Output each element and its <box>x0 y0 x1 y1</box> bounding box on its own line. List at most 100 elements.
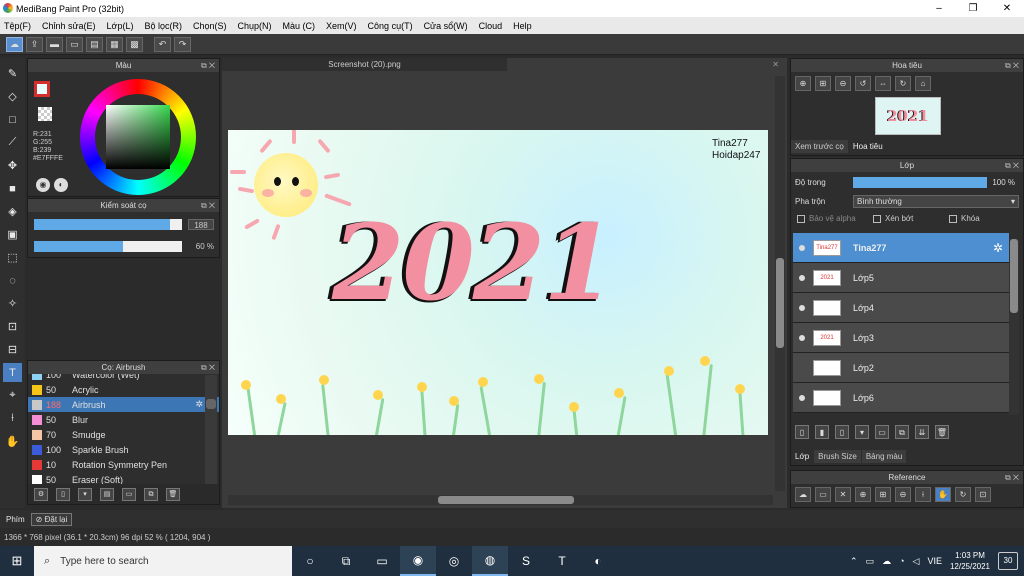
background-color-swatch[interactable] <box>38 107 52 121</box>
zoom-in-icon[interactable]: ⊕ <box>855 487 871 502</box>
tab-color-palette[interactable]: Bảng màu <box>861 450 907 463</box>
maximize-button[interactable]: ❐ <box>956 0 990 17</box>
minimize-button[interactable]: – <box>922 0 956 17</box>
layer-list-scrollbar[interactable] <box>1009 239 1019 415</box>
windows-start-icon[interactable]: ⊞ <box>0 546 34 576</box>
menu-tools[interactable]: Công cụ(T) <box>368 21 413 31</box>
language-indicator[interactable]: VIE <box>927 556 942 566</box>
file-explorer-icon[interactable]: ▭ <box>364 546 400 576</box>
tab-brush-size[interactable]: Brush Size <box>814 450 861 463</box>
color-mode-icon[interactable]: ◐ <box>54 178 68 192</box>
tray-arrow-icon[interactable]: ⌃ <box>850 556 858 567</box>
layer-row[interactable]: Lớp2 <box>793 353 1009 383</box>
add-layer-menu-icon[interactable]: ▾ <box>855 425 869 439</box>
folder-icon[interactable]: ▭ <box>122 487 136 501</box>
lasso-tool-icon[interactable]: ◌ <box>3 271 22 290</box>
layer-row[interactable]: Lớp6 <box>793 383 1009 413</box>
network-icon[interactable]: ◔ <box>899 556 904 566</box>
rotate-left-icon[interactable]: ↺ <box>855 76 871 91</box>
chrome-icon[interactable]: ◉ <box>400 546 436 576</box>
layer-row[interactable]: Tina277 Hoidap247 Tina277 ✲ <box>793 233 1009 263</box>
menu-file[interactable]: Tệp(F) <box>4 21 31 31</box>
hand-tool-icon[interactable]: ✋ <box>3 432 22 451</box>
new-brush-icon[interactable]: ▯ <box>56 487 70 501</box>
zoom-out-icon[interactable]: ⊖ <box>835 76 851 91</box>
menu-select[interactable]: Chọn(S) <box>193 21 227 31</box>
zoom-in-icon[interactable]: ⊕ <box>795 76 811 91</box>
brush-opacity-slider[interactable] <box>34 241 182 252</box>
canvas-close-icon[interactable]: ✕ <box>772 58 779 71</box>
select-eraser-icon[interactable]: ⊟ <box>3 340 22 359</box>
task-view-icon[interactable]: ⧉ <box>328 546 364 576</box>
menu-help[interactable]: Help <box>513 21 532 31</box>
layer-opacity-slider[interactable] <box>853 177 987 188</box>
brush-tool-icon[interactable]: ✎ <box>3 64 22 83</box>
panel-controls-icon[interactable]: ⧉ ✕ <box>1005 471 1019 484</box>
bucket-tool-icon[interactable]: ◈ <box>3 202 22 221</box>
menu-color[interactable]: Màu (C) <box>283 21 316 31</box>
folder-icon[interactable]: ▭ <box>875 425 889 439</box>
hand-icon[interactable]: ✋ <box>935 487 951 502</box>
brush-list-scrollbar[interactable] <box>205 375 217 485</box>
cloud-icon[interactable]: ☁ <box>6 36 23 52</box>
brush-item[interactable]: 10 Rotation Symmetry Pen <box>28 457 219 472</box>
layer-visibility-toggle[interactable] <box>799 365 805 371</box>
app-icon-green[interactable]: ◎ <box>436 546 472 576</box>
new-layer-8bit-icon[interactable]: ▮ <box>815 425 829 439</box>
layer-visibility-toggle[interactable] <box>799 334 805 341</box>
tab-navigator[interactable]: Hoa tiêu <box>848 140 887 153</box>
layer-visibility-toggle[interactable] <box>799 244 805 251</box>
cloud-sync-icon[interactable]: ☁ <box>882 556 891 567</box>
fit-icon[interactable]: ⊞ <box>815 76 831 91</box>
canvas-vertical-scrollbar[interactable] <box>775 76 785 491</box>
flip-icon[interactable]: ⇔ <box>875 76 891 91</box>
layer-visibility-toggle[interactable] <box>799 304 805 311</box>
brush-menu-icon[interactable]: ▾ <box>78 487 92 501</box>
menu-cloud[interactable]: Cloud <box>479 21 503 31</box>
layer-visibility-toggle[interactable] <box>799 394 805 401</box>
brush-size-slider[interactable] <box>34 219 182 230</box>
new-layer-1bit-icon[interactable]: ▯ <box>835 425 849 439</box>
palette-icon[interactable]: ◉ <box>36 178 50 192</box>
blend-mode-select[interactable]: Bình thường ▾ <box>853 195 1019 208</box>
brush-item[interactable]: 70 Smudge <box>28 427 219 442</box>
cortana-icon[interactable]: ○ <box>292 546 328 576</box>
fit-icon[interactable]: ⊞ <box>875 487 891 502</box>
panel-controls-icon[interactable]: ⧉ ✕ <box>201 361 215 374</box>
tab-brush-preview[interactable]: Xem trước cọ <box>791 140 848 153</box>
text-tool-icon[interactable]: T <box>3 363 22 382</box>
new-layer-icon[interactable]: ▯ <box>795 425 809 439</box>
skype-icon[interactable]: S <box>508 546 544 576</box>
redo-icon[interactable]: ↷ <box>174 36 191 52</box>
notification-center[interactable]: 30 <box>998 552 1018 570</box>
delete-layer-icon[interactable]: 🗑 <box>935 425 949 439</box>
eyedropper-icon[interactable]: ⟊ <box>915 487 931 502</box>
magic-wand-icon[interactable]: ✧ <box>3 294 22 313</box>
brush-settings-icon[interactable]: ✲ <box>195 399 203 410</box>
select-rect-icon[interactable]: ⬚ <box>3 248 22 267</box>
panel-controls-icon[interactable]: ⧉ ✕ <box>201 59 215 72</box>
eraser-tool-icon[interactable]: ◇ <box>3 87 22 106</box>
navigator-thumbnail[interactable]: 2021 <box>875 97 941 135</box>
layer-row[interactable]: 2021 Lớp5 <box>793 263 1009 293</box>
battery-icon[interactable]: ▭ <box>866 556 875 567</box>
foreground-color-swatch[interactable] <box>34 81 50 97</box>
menu-edit[interactable]: Chỉnh sửa(E) <box>42 21 96 31</box>
canvas-horizontal-scrollbar[interactable] <box>228 495 773 505</box>
move-tool-icon[interactable]: ✥ <box>3 156 22 175</box>
layer-row[interactable]: Lớp4 <box>793 293 1009 323</box>
upload-icon[interactable]: ⇪ <box>26 36 43 52</box>
brush-size-value[interactable]: 188 <box>188 219 214 230</box>
close-button[interactable]: ✕ <box>990 0 1024 17</box>
menu-filter[interactable]: Bộ lọc(R) <box>144 21 182 31</box>
duplicate-icon[interactable]: ⧉ <box>144 487 158 501</box>
lock-checkbox[interactable]: Khóa <box>949 214 980 223</box>
protect-alpha-checkbox[interactable]: Bảo vệ alpha <box>797 214 856 223</box>
delete-brush-icon[interactable]: 🗑 <box>166 487 180 501</box>
teams-icon[interactable]: T <box>544 546 580 576</box>
lock-view-icon[interactable]: ⌂ <box>915 76 931 91</box>
volume-icon[interactable]: ◁ <box>913 556 920 567</box>
operation-tool-icon[interactable]: ⌖ <box>3 386 22 405</box>
brush-item[interactable]: 50 Blur <box>28 412 219 427</box>
layer-visibility-toggle[interactable] <box>799 274 805 281</box>
